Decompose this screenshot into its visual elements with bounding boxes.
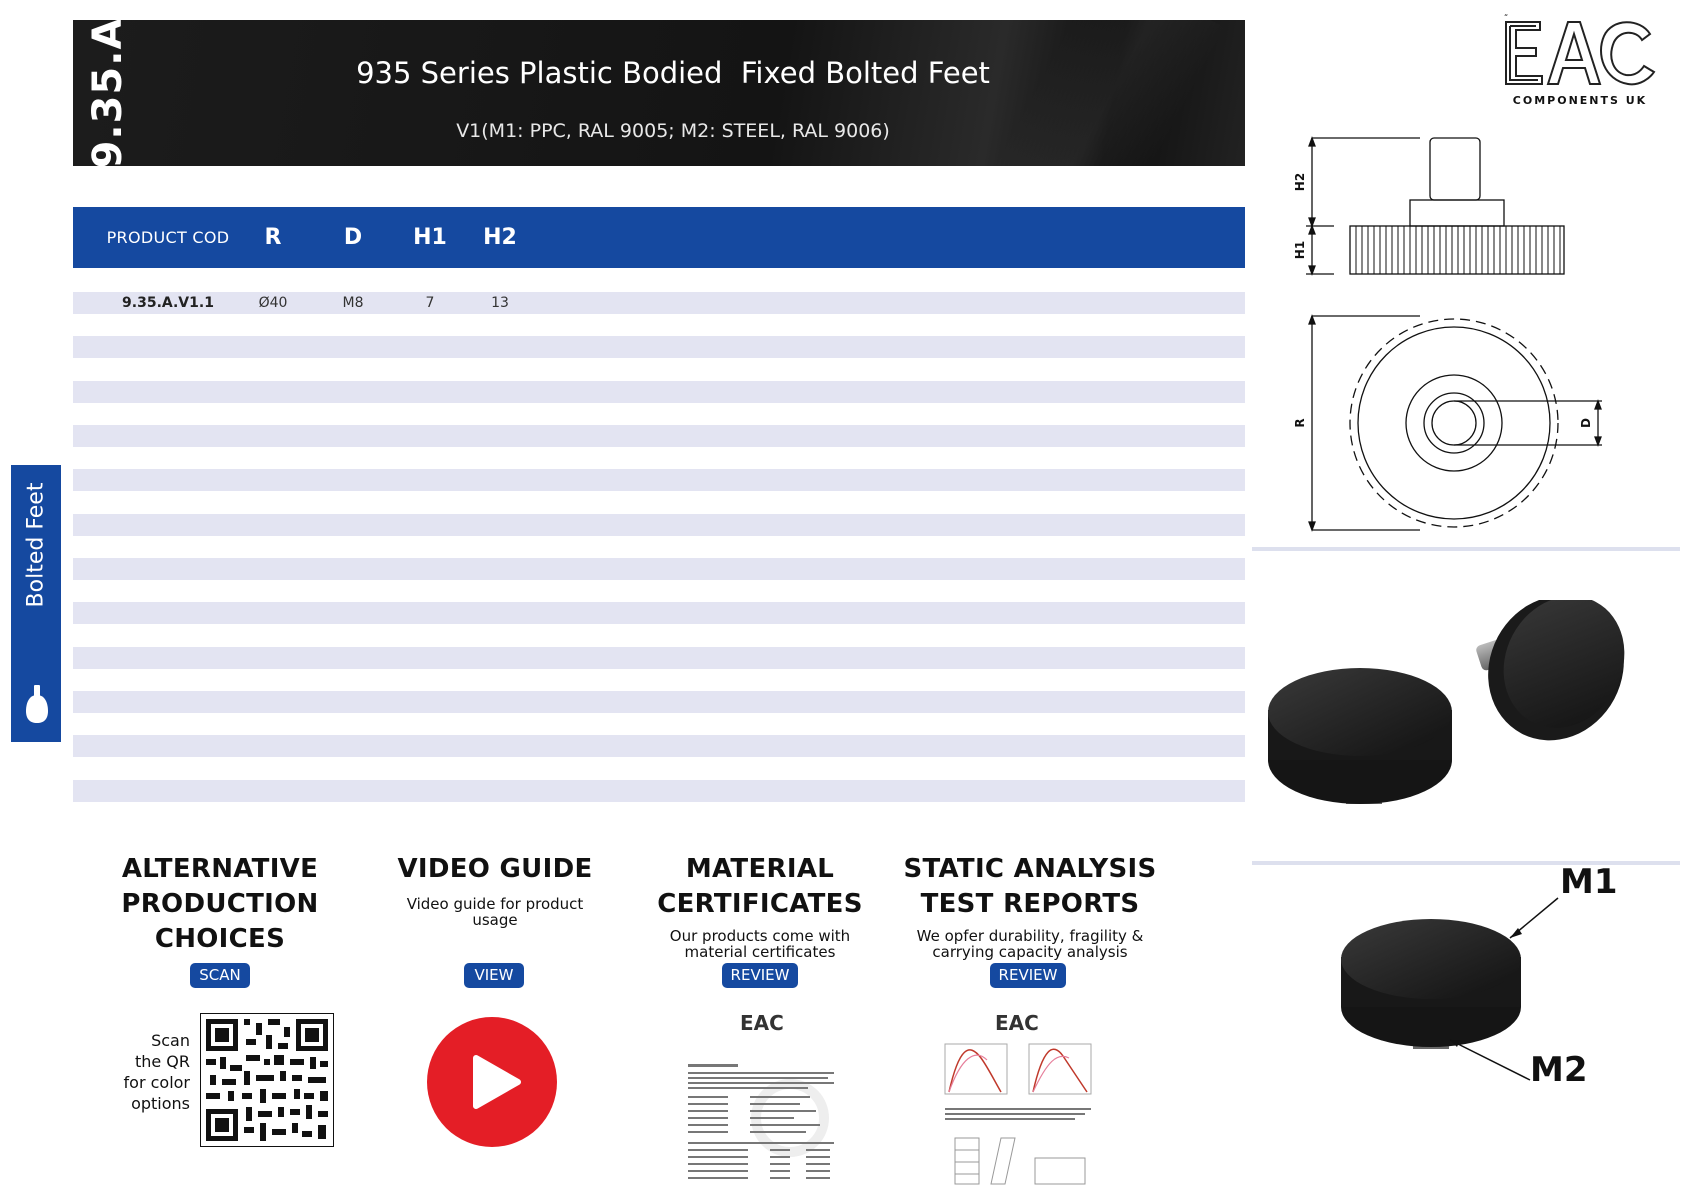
scan-text-line: Scan bbox=[151, 1031, 190, 1050]
column-header-h1: H1 bbox=[413, 225, 447, 250]
certificates-review-button[interactable]: REVIEW bbox=[722, 963, 798, 988]
series-code: 9.35.A bbox=[73, 20, 143, 166]
table-row-empty bbox=[73, 780, 1245, 802]
table-row-empty bbox=[73, 647, 1245, 669]
analysis-title: STATIC ANALYSIS TEST REPORTS bbox=[895, 852, 1165, 922]
dim-label-h1: H1 bbox=[1293, 241, 1307, 259]
column-header-product-code: PRODUCT COD bbox=[106, 228, 230, 247]
top-view-drawing: R D bbox=[1293, 314, 1602, 532]
certificates-title-line: MATERIAL bbox=[685, 854, 835, 884]
material-label-m1: M1 bbox=[1560, 862, 1618, 902]
table-row-empty bbox=[73, 425, 1245, 447]
certificate-document-thumbnail[interactable]: EAC bbox=[680, 1008, 850, 1188]
scan-text-line: for color bbox=[123, 1073, 190, 1092]
table-row-empty bbox=[73, 336, 1245, 358]
video-desc-line: usage bbox=[472, 911, 518, 929]
analysis-desc-line: We opfer durability, fragility & bbox=[916, 927, 1144, 945]
cell-d: M8 bbox=[342, 295, 364, 311]
table-row-empty bbox=[73, 558, 1245, 580]
video-title: VIDEO GUIDE bbox=[375, 852, 615, 887]
certificates-desc-line: Our products come with bbox=[669, 927, 851, 945]
alternative-title-line: PRODUCTION bbox=[121, 889, 319, 919]
logo-subtitle: COMPONENTS UK bbox=[1512, 94, 1648, 107]
video-title-line: VIDEO GUIDE bbox=[397, 854, 593, 884]
cell-product-code: 9.35.A.V1.1 bbox=[122, 295, 214, 311]
table-row-empty bbox=[73, 514, 1245, 536]
video-description: Video guide for product usage bbox=[375, 896, 615, 928]
side-view-drawing: H2 H1 bbox=[1293, 136, 1565, 276]
thumb-logo-icon: EAC bbox=[995, 1011, 1039, 1035]
cell-r: Ø40 bbox=[258, 295, 288, 311]
analysis-report-thumbnail[interactable]: EAC bbox=[935, 1008, 1105, 1188]
analysis-title-line: TEST REPORTS bbox=[920, 889, 1140, 919]
video-desc-line: Video guide for product bbox=[406, 895, 584, 913]
play-icon[interactable] bbox=[426, 1016, 558, 1148]
dim-label-r: R bbox=[1293, 418, 1307, 427]
column-header-h2: H2 bbox=[483, 225, 517, 250]
page-subtitle: V1(M1: PPC, RAL 9005; M2: STEEL, RAL 900… bbox=[456, 120, 890, 142]
column-header-r: R bbox=[264, 225, 282, 250]
certificates-description: Our products come with material certific… bbox=[640, 928, 880, 960]
product-render-image bbox=[1268, 600, 1625, 804]
table-row: 9.35.A.V1.1 Ø40 M8 7 13 bbox=[73, 292, 1245, 314]
foot-icon bbox=[26, 685, 48, 723]
header-shine bbox=[980, 20, 1226, 166]
analysis-title-line: STATIC ANALYSIS bbox=[903, 854, 1157, 884]
alternative-title-line: CHOICES bbox=[154, 924, 286, 954]
scan-button[interactable]: SCAN bbox=[190, 963, 250, 988]
material-label-m2: M2 bbox=[1530, 1050, 1588, 1090]
certificates-title: MATERIAL CERTIFICATES bbox=[640, 852, 880, 922]
table-row-empty bbox=[73, 602, 1245, 624]
side-category-tab[interactable]: Bolted Feet bbox=[11, 465, 61, 742]
header-banner: 9.35.A 935 Series Plastic Bodied Fixed B… bbox=[73, 20, 1245, 166]
table-header: PRODUCT COD R D H1 H2 bbox=[73, 207, 1245, 268]
cell-h2: 13 bbox=[491, 295, 509, 311]
scan-text-line: the QR bbox=[134, 1052, 190, 1071]
thumb-logo-icon: EAC bbox=[740, 1011, 784, 1035]
eac-logo: “ COMPONENTS UK bbox=[1500, 13, 1660, 109]
alternative-title-line: ALTERNATIVE bbox=[121, 854, 319, 884]
column-header-d: D bbox=[343, 225, 363, 250]
table-row-empty bbox=[73, 381, 1245, 403]
table-row-empty bbox=[73, 691, 1245, 713]
certificates-title-line: CERTIFICATES bbox=[657, 889, 863, 919]
table-row-empty bbox=[73, 469, 1245, 491]
scan-text-line: options bbox=[131, 1094, 190, 1113]
svg-text:“: “ bbox=[1504, 14, 1508, 22]
alternative-title: ALTERNATIVE PRODUCTION CHOICES bbox=[100, 852, 340, 957]
dim-label-h2: H2 bbox=[1293, 173, 1307, 191]
analysis-desc-line: carrying capacity analysis bbox=[932, 943, 1128, 961]
cell-h1: 7 bbox=[425, 295, 435, 311]
view-button[interactable]: VIEW bbox=[464, 963, 524, 988]
scan-instructions: Scan the QR for color options bbox=[118, 1030, 190, 1114]
series-code-text: 9.35.A bbox=[85, 20, 131, 166]
certificates-desc-line: material certificates bbox=[684, 943, 836, 961]
side-tab-label: Bolted Feet bbox=[23, 482, 49, 608]
divider bbox=[1252, 547, 1680, 551]
table-row-empty bbox=[73, 735, 1245, 757]
qr-code[interactable] bbox=[200, 1013, 334, 1147]
dim-label-d: D bbox=[1579, 418, 1593, 428]
analysis-description: We opfer durability, fragility & carryin… bbox=[895, 928, 1165, 960]
page-title: 935 Series Plastic Bodied Fixed Bolted F… bbox=[356, 56, 990, 90]
analysis-review-button[interactable]: REVIEW bbox=[990, 963, 1066, 988]
logo-graphic: “ bbox=[1504, 13, 1656, 86]
